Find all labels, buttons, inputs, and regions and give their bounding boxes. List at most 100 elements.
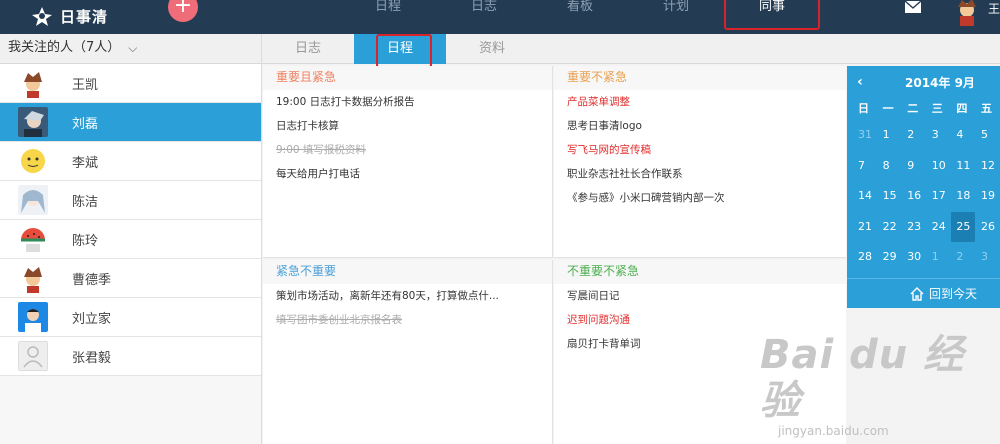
nav-colleagues[interactable]: 同事 [724, 0, 820, 34]
calendar-month-title: 2014年 9月 [905, 75, 975, 90]
person-item[interactable]: 张君毅 [0, 337, 261, 376]
add-button[interactable]: + [168, 0, 198, 22]
person-name: 李斌 [72, 155, 99, 171]
calendar-day[interactable]: 11 [956, 151, 981, 182]
calendar-header: ‹ 2014年 9月 [847, 66, 1000, 98]
person-name: 张君毅 [72, 350, 112, 366]
calendar-day[interactable]: 3 [981, 242, 1000, 273]
calendar-day[interactable]: 19 [981, 181, 1000, 212]
person-item[interactable]: 陈玲 [0, 220, 261, 259]
task-item[interactable]: 策划市场活动，离新年还有80天，打算做点什... [263, 284, 552, 308]
person-name: 曹德季 [72, 272, 112, 288]
cartoon-boy-avatar [18, 263, 48, 293]
person-item[interactable]: 刘立家 [0, 298, 261, 337]
calendar-day[interactable]: 29 [883, 242, 908, 273]
calendar-day[interactable]: 26 [981, 212, 1000, 243]
person-name: 王凯 [72, 77, 99, 93]
calendar-day[interactable]: 2 [907, 120, 932, 151]
task-item[interactable]: 职业杂志社社长合作联系 [554, 162, 846, 186]
person-item[interactable]: 曹德季 [0, 259, 261, 298]
calendar-day-today[interactable]: 25 [951, 211, 976, 242]
calendar-day[interactable]: 12 [981, 151, 1000, 182]
back-to-today-button[interactable]: 回到今天 [847, 278, 1000, 308]
calendar-day[interactable]: 18 [956, 181, 981, 212]
weekday-label: 二 [907, 102, 919, 115]
anime-hero-avatar [18, 107, 48, 137]
content-tabs: 日志 日程 资料 [262, 34, 1000, 68]
task-item[interactable]: 写飞马网的宣传稿 [554, 138, 846, 162]
weekday-label: 日 [858, 102, 869, 115]
main-nav: 日程 日志 看板 计划 同事 [340, 0, 820, 34]
calendar-day[interactable]: 7 [858, 151, 883, 182]
nav-board[interactable]: 看板 [532, 0, 628, 34]
task-item[interactable]: 19:00 日志打卡数据分析报告 [263, 90, 552, 114]
chevron-left-icon[interactable]: ‹ [847, 74, 873, 90]
person-item[interactable]: 王凯 [0, 64, 261, 103]
task-item[interactable]: 产品菜单调整 [554, 90, 846, 114]
calendar-day[interactable]: 1 [932, 242, 957, 273]
calendar-day[interactable]: 30 [907, 242, 932, 273]
person-item[interactable]: 李斌 [0, 142, 261, 181]
follow-list-header[interactable]: 我关注的人（7人） ⌵ [0, 34, 261, 64]
calendar-day[interactable]: 23 [907, 212, 932, 243]
task-item[interactable]: 思考日事清logo [554, 114, 846, 138]
task-item-done[interactable]: 9:00 填写报税资料 [263, 138, 552, 162]
person-item[interactable]: 陈洁 [0, 181, 261, 220]
weekday-label: 四 [956, 102, 968, 115]
follow-list: 我关注的人（7人） ⌵ 王凯 刘磊 李斌 陈洁 陈玲 曹德季 刘立家 张君毅 [0, 34, 262, 444]
mail-icon[interactable] [904, 0, 922, 14]
calendar-day[interactable]: 15 [883, 181, 908, 212]
watermark-brand: Bai du 经验 [760, 332, 965, 424]
anime-girl-avatar [18, 185, 48, 215]
task-item-done[interactable]: 填写团市委创业北京报名表 [263, 308, 552, 332]
task-item[interactable]: 写晨间日记 [554, 284, 846, 308]
calendar-day[interactable]: 4 [956, 120, 981, 151]
nav-plan[interactable]: 计划 [628, 0, 724, 34]
logo-text: 日事清 [60, 7, 109, 26]
calendar-day[interactable]: 21 [858, 212, 883, 243]
person-name: 陈洁 [72, 194, 99, 210]
emoji-face-avatar [18, 146, 48, 176]
calendar-grid: 日 一 二 三 四 五 31 1 2 3 4 5 7 8 9 10 11 12 … [858, 98, 1000, 273]
calendar-day[interactable]: 14 [858, 181, 883, 212]
quadrant-important-not-urgent: 重要不紧急 产品菜单调整 思考日事清logo 写飞马网的宣传稿 职业杂志社社长合… [554, 66, 846, 258]
calendar-day[interactable]: 16 [907, 181, 932, 212]
calendar-day[interactable]: 10 [932, 151, 957, 182]
calendar-day[interactable]: 1 [883, 120, 908, 151]
user-name[interactable]: 王 [988, 0, 1000, 17]
task-item[interactable]: 迟到问题沟通 [554, 308, 846, 332]
follow-count-label: 我关注的人（7人） [8, 40, 121, 55]
tab-files[interactable]: 资料 [446, 34, 538, 64]
calendar-day[interactable]: 31 [858, 120, 883, 151]
calendar-day[interactable]: 2 [956, 242, 981, 273]
baidu-watermark: Bai du 经验 jingyan.baidu.com [760, 332, 1000, 438]
back-to-today-label: 回到今天 [929, 287, 978, 301]
calendar-day[interactable]: 9 [907, 151, 932, 182]
app-logo[interactable]: 日事清 [30, 2, 108, 30]
calendar-day[interactable]: 3 [932, 120, 957, 151]
weekday-label: 五 [980, 102, 992, 115]
calendar-day[interactable]: 28 [858, 242, 883, 273]
quadrant-title: 紧急不重要 [263, 260, 552, 284]
task-item[interactable]: 每天给用户打电话 [263, 162, 552, 186]
watermelon-avatar [18, 224, 48, 254]
home-icon [910, 286, 924, 301]
user-avatar[interactable] [952, 0, 982, 26]
calendar-day[interactable]: 22 [883, 212, 908, 243]
calendar-day[interactable]: 8 [883, 151, 908, 182]
person-name: 刘磊 [72, 116, 99, 132]
chevron-down-icon: ⌵ [128, 41, 138, 55]
quadrant-title: 重要且紧急 [263, 66, 552, 90]
calendar-day[interactable]: 17 [932, 181, 957, 212]
calendar-day[interactable]: 5 [981, 120, 1000, 151]
logo-icon [32, 7, 52, 26]
person-name: 陈玲 [72, 233, 99, 249]
task-item[interactable]: 《参与感》小米口碑营销内部一次 [554, 186, 846, 210]
nav-schedule[interactable]: 日程 [340, 0, 436, 34]
tab-log[interactable]: 日志 [262, 34, 354, 64]
nav-log[interactable]: 日志 [436, 0, 532, 34]
person-item[interactable]: 刘磊 [0, 103, 261, 142]
task-item[interactable]: 日志打卡核算 [263, 114, 552, 138]
tab-schedule[interactable]: 日程 [354, 34, 446, 68]
photo-avatar [18, 302, 48, 332]
